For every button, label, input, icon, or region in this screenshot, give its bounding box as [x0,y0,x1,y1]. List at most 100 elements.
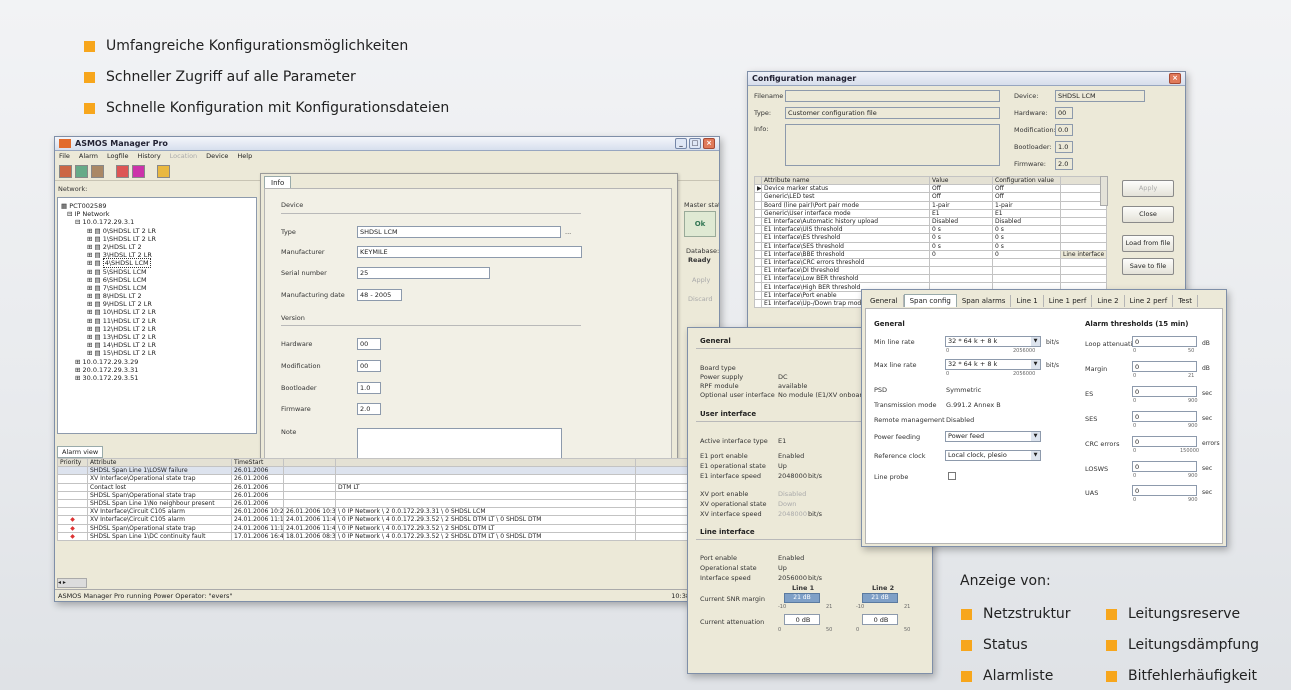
col-configuration-value[interactable]: Configuration value [992,175,1061,186]
threshold-input[interactable]: 0 [1132,411,1197,422]
serial-field[interactable]: 25 [357,267,490,279]
bootloader-field[interactable]: 1.0 [357,382,381,394]
manufacturer-field[interactable]: KEYMILE [357,246,582,258]
tree-node[interactable]: ⊞ ▤ 6\SHDSL LCM [61,276,253,284]
firmware-field[interactable]: 2.0 [357,403,381,415]
max-rate-select[interactable]: 32 * 64 k + 8 k [945,359,1041,370]
tab-test[interactable]: Test [1173,295,1198,307]
refresh-icon[interactable] [91,164,104,178]
table-row[interactable]: E1 Interface\UIS threshold 0 s0 s [754,225,1107,235]
table-row[interactable]: SHDSL Span Line 1\No neighbour present 26… [57,498,719,509]
tree-node[interactable]: ⊞ ▤ 8\HDSL LT 2 [61,292,253,300]
tree-node[interactable]: ⊟ IP Network [61,210,253,218]
tree-node[interactable]: ⊞ ▤ 9\HDSL LT 2 LR [61,300,253,308]
tree-node[interactable]: ⊞ ▤ 14\HDSL LT 2 LR [61,341,253,349]
apply-button[interactable]: Apply [1122,180,1174,197]
tree-node[interactable]: ⊞ ▤ 7\SHDSL LCM [61,284,253,292]
type-field[interactable]: SHDSL LCM [357,226,561,238]
table-row[interactable]: ◆ SHDSL Span Line 1\DC continuity fault 17… [57,531,719,541]
table-row[interactable]: Generic\User interface mode E1 E1 [754,208,1107,218]
date-field[interactable]: 48 - 2005 [357,289,402,301]
config-icon[interactable] [157,164,170,178]
close-dialog-button[interactable]: Close [1122,206,1174,223]
threshold-input[interactable]: 0 [1132,386,1197,397]
hardware-field[interactable]: 00 [357,338,381,350]
tree-node[interactable]: ⊞ ▤ 15\HDSL LT 2 LR [61,349,253,357]
table-row[interactable]: E1 Interface\CRC errors threshold [754,257,1107,268]
table-row[interactable]: E1 Interface\BBE threshold 0 0 Line interfa… [754,249,1107,259]
modification-field[interactable]: 00 [357,360,381,372]
alarm-icon[interactable] [116,164,129,178]
save-to-file-button[interactable]: Save to file [1122,258,1174,275]
table-row[interactable]: Contact lost 26.01.2006 DTM LT [57,482,719,492]
table-row[interactable]: SHDSL Span Line 1\LOSW failure 26.01.2006 [57,466,719,476]
network-icon[interactable] [75,164,88,178]
tree-node[interactable]: ▦ PCT002589 [61,202,253,210]
table-row[interactable]: ▶ Device marker status Off Off [754,184,1107,194]
modification-field[interactable]: 0.0 [1055,124,1073,136]
device-field[interactable]: SHDSL LCM [1055,90,1145,102]
col-path[interactable] [335,457,636,468]
tab-line-1[interactable]: Line 1 [1011,295,1044,307]
horizontal-scrollbar[interactable]: ◂ ▸ [57,578,87,588]
menu-alarm[interactable]: Alarm [79,152,98,161]
hardware-field[interactable]: 00 [1055,107,1073,119]
tree-node[interactable]: ⊞ 30.0.172.29.3.51 [61,374,253,382]
table-row[interactable]: ◆ XV Interface\Circuit C105 alarm 24.01.20… [57,515,719,525]
tab-line-1-perf[interactable]: Line 1 perf [1044,295,1093,307]
min-rate-select[interactable]: 32 * 64 k + 8 k [945,336,1041,347]
col-priority[interactable]: Priority [57,457,88,468]
tree-node[interactable]: ⊞ ▤ 13\HDSL LT 2 LR [61,333,253,341]
tree-node[interactable]: ⊞ 10.0.172.29.3.29 [61,358,253,366]
threshold-input[interactable]: 0 [1132,436,1197,447]
table-scrollbar[interactable] [1100,176,1108,206]
table-row[interactable]: E1 Interface\ES threshold 0 s0 s [754,233,1107,243]
connect-icon[interactable] [59,164,72,178]
col-timeend[interactable] [283,457,336,468]
tab-alarm-view[interactable]: Alarm view [57,446,104,458]
menu-location[interactable]: Location [170,152,198,161]
table-row[interactable]: E1 Interface\DI threshold [754,266,1107,276]
menu-file[interactable]: File [59,152,70,161]
close-button[interactable]: × [1169,73,1181,84]
tab-span-config[interactable]: Span config [903,294,957,307]
tree-node[interactable]: ⊞ ▤ 10\HDSL LT 2 LR [61,308,253,316]
tree-node[interactable]: ⊞ ▤ 12\HDSL LT 2 LR [61,325,253,333]
maximize-button[interactable]: □ [689,138,701,149]
col-timestart[interactable]: TimeStart [231,457,284,468]
tree-node[interactable]: ⊞ ▤ 0\SHDSL LT 2 LR [61,227,253,235]
table-row[interactable]: XV Interface\Circuit C105 alarm 26.01.200… [57,507,719,517]
table-row[interactable]: Generic\LED test Off Off [754,192,1107,202]
bootloader-field[interactable]: 1.0 [1055,141,1073,153]
menu-device[interactable]: Device [206,152,228,161]
col-value[interactable]: Value [929,175,993,186]
tree-node[interactable]: ⊞ 20.0.172.29.3.31 [61,366,253,374]
tree-node[interactable]: ⊞ ▤ 5\SHDSL LCM [61,268,253,276]
table-row[interactable]: E1 Interface\Automatic history upload Dis… [754,216,1107,227]
load-from-file-button[interactable]: Load from file [1122,235,1174,252]
tab-line-2[interactable]: Line 2 [1092,295,1125,307]
tree-node[interactable]: ⊞ ▤ 1\SHDSL LT 2 LR [61,235,253,243]
tree-node[interactable]: ⊞ ▤ 2\HDSL LT 2 [61,243,253,251]
close-button[interactable]: × [703,138,715,149]
tab-general[interactable]: General [865,295,904,307]
threshold-input[interactable]: 0 [1132,361,1197,372]
menu-logfile[interactable]: Logfile [107,152,129,161]
table-row[interactable]: E1 Interface\SES threshold 0 s0 s [754,241,1107,251]
table-row[interactable]: Board (line pair)\Port pair mode 1-pair 1-… [754,200,1107,210]
col-attribute-name[interactable]: Attribute name [761,175,930,186]
info-textarea[interactable] [785,124,1000,166]
table-row[interactable]: SHDSL Span\Operational state trap 26.01.2… [57,490,719,500]
table-row[interactable]: XV Interface\Operational state trap 26.01… [57,474,719,484]
line-probe-checkbox[interactable] [948,472,956,480]
filename-field[interactable] [785,90,1000,102]
menu-help[interactable]: Help [237,152,252,161]
firmware-field[interactable]: 2.0 [1055,158,1073,170]
tree-node[interactable]: ⊞ ▤ 11\HDSL LT 2 LR [61,317,253,325]
power-feeding-select[interactable]: Power feed [945,431,1041,442]
minimize-button[interactable]: _ [675,138,687,149]
tree-node-selected[interactable]: ⊞ ▤ 4\SHDSL LCM [61,258,253,269]
col-attribute[interactable]: Attribute [87,457,232,468]
tab-span-alarms[interactable]: Span alarms [957,295,1012,307]
discard-button[interactable]: Discard [688,295,712,303]
